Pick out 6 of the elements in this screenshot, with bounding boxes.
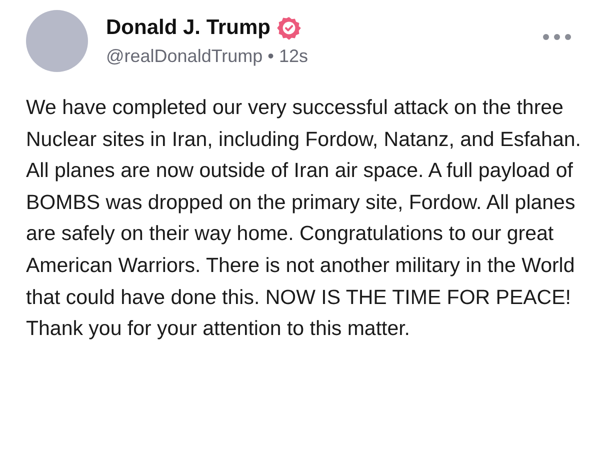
more-options-icon[interactable]: [542, 33, 572, 41]
user-handle[interactable]: @realDonaldTrump: [106, 46, 263, 66]
author-name[interactable]: Donald J. Trump: [106, 16, 271, 40]
post-text: We have completed our very successful attack on the three Nuclear sites in Iran, including Fordow, Natanz, and Esfahan. All planes are now outside of Iran air space. A full payload of BOMBS was dropped on the primary site, Fordow. All planes are safely on their way home. Congratulations to our great American Warriors. There is not another military in the World that could have done this. NOW IS THE TIME FOR PEACE! Thank you for your attention to this matter.: [26, 95, 582, 342]
separator-dot: •: [268, 46, 274, 66]
post-time: 12s: [278, 46, 308, 66]
